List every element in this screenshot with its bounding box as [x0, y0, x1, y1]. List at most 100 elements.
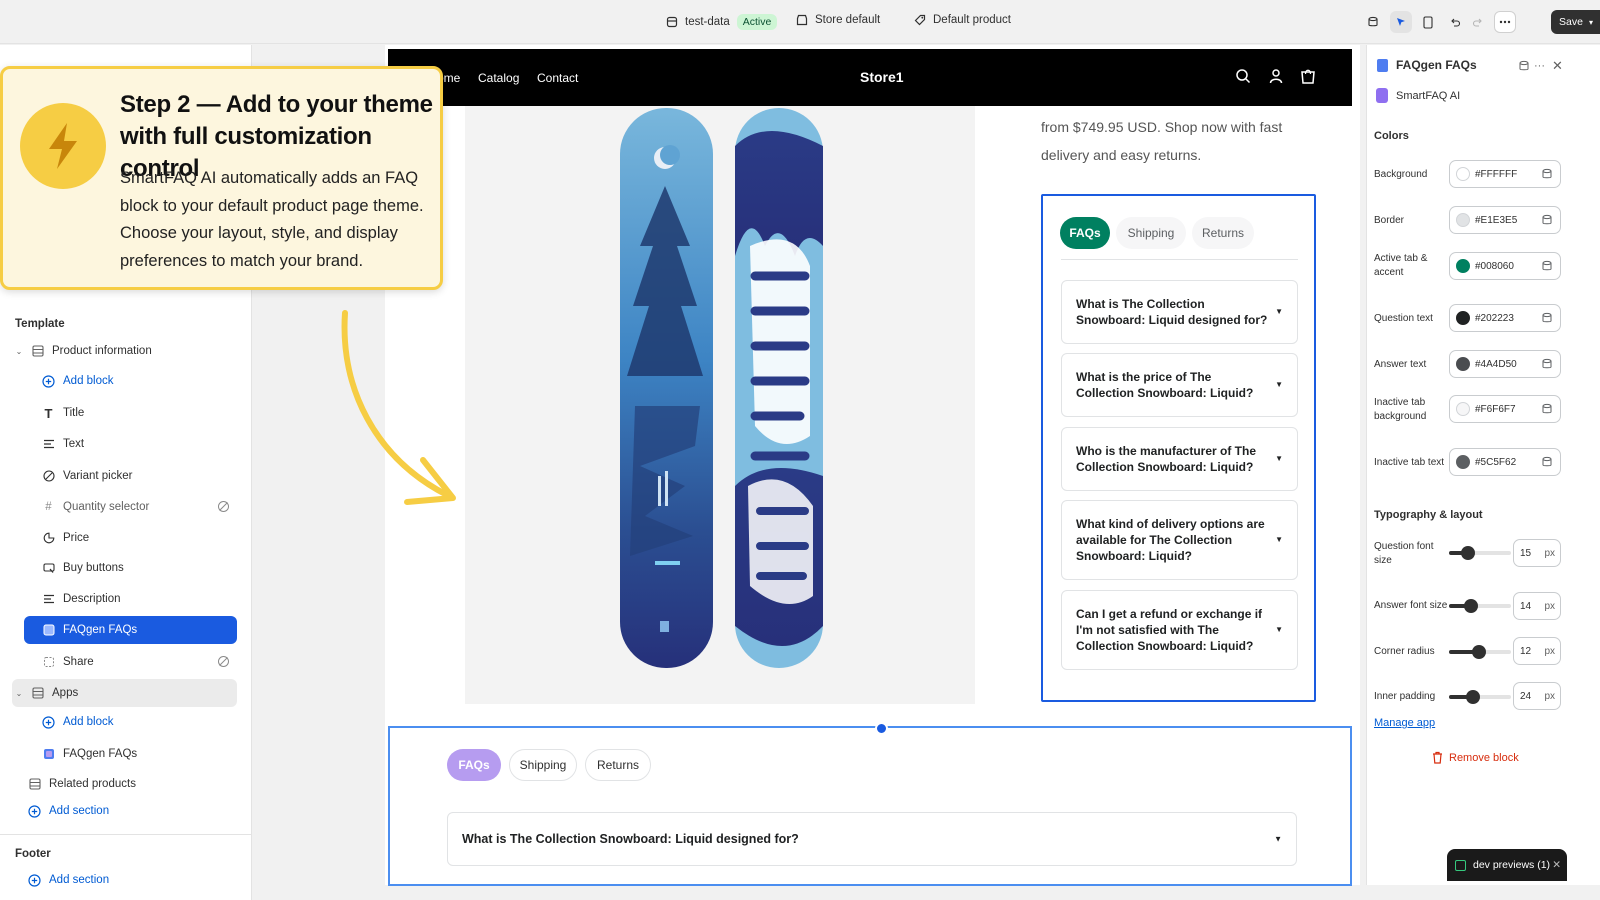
faq-question[interactable]: What kind of delivery options are availa…	[1061, 500, 1298, 580]
inactive-tab-bg-color-field[interactable]: #F6F6F7	[1449, 395, 1561, 423]
slider-handle[interactable]	[1471, 645, 1486, 659]
border-color-field[interactable]: #E1E3E5	[1449, 206, 1561, 234]
slider-handle[interactable]	[1460, 546, 1475, 560]
slider-label: Question font size	[1374, 541, 1434, 566]
tab-returns[interactable]: Returns	[1192, 217, 1254, 249]
cart-icon	[42, 562, 55, 575]
hash-icon: #	[45, 501, 52, 513]
tab-shipping[interactable]: Shipping	[1116, 217, 1186, 249]
question-font-size-slider[interactable]	[1449, 546, 1511, 560]
color-swatch[interactable]	[1456, 259, 1470, 273]
redo-icon[interactable]	[1467, 11, 1489, 33]
database-icon[interactable]	[1541, 260, 1553, 272]
color-swatch[interactable]	[1456, 213, 1470, 227]
inactive-tab-text-color-field[interactable]: #5C5F62	[1449, 448, 1561, 476]
background-color-field[interactable]: #FFFFFF	[1449, 160, 1561, 188]
inner-padding-input[interactable]: 24 px	[1513, 682, 1561, 710]
close-icon[interactable]: ✕	[1552, 58, 1563, 74]
store-selector[interactable]: test-data Active	[666, 14, 778, 30]
account-icon[interactable]	[1268, 68, 1286, 86]
block-description[interactable]: Description	[42, 588, 121, 610]
database-icon[interactable]	[1541, 403, 1553, 415]
answer-font-size-input[interactable]: 14 px	[1513, 592, 1561, 620]
color-swatch[interactable]	[1456, 311, 1470, 325]
nav-catalog[interactable]: Catalog	[478, 71, 519, 85]
block-faqgen-faqs[interactable]: FAQgen FAQs	[42, 619, 137, 641]
block-share[interactable]: Share	[42, 651, 94, 673]
faq-block[interactable]: FAQs Shipping Returns What is The Collec…	[1041, 194, 1316, 702]
block-price[interactable]: Price	[42, 527, 89, 549]
color-swatch[interactable]	[1456, 455, 1470, 469]
color-swatch[interactable]	[1456, 402, 1470, 416]
tab-faqs[interactable]: FAQs	[1060, 217, 1110, 249]
chevron-down-icon[interactable]: ⌄	[15, 687, 23, 700]
sidebar-item-label: Buy buttons	[63, 562, 124, 574]
add-section-button[interactable]: Add section	[28, 800, 109, 822]
faq-question[interactable]: What is The Collection Snowboard: Liquid…	[1061, 280, 1298, 344]
database-icon[interactable]	[1541, 358, 1553, 370]
database-icon[interactable]	[1518, 60, 1530, 72]
remove-block-button[interactable]: Remove block	[1432, 751, 1519, 764]
product-image[interactable]	[465, 106, 975, 704]
question-font-size-input[interactable]: 15 px	[1513, 539, 1561, 567]
chevron-down-icon[interactable]: ▾	[1589, 18, 1593, 27]
eye-slash-icon[interactable]	[217, 500, 230, 513]
template-selector[interactable]: Default product	[914, 14, 1011, 26]
faq-question-text: What is The Collection Snowboard: Liquid…	[1076, 297, 1268, 327]
sidebar-item-label: Description	[63, 593, 121, 605]
resize-handle[interactable]	[875, 722, 888, 735]
undo-icon[interactable]	[1444, 11, 1466, 33]
database-icon[interactable]	[1541, 456, 1553, 468]
faq-question[interactable]: Who is the manufacturer of The Collectio…	[1061, 427, 1298, 491]
close-icon[interactable]: ✕	[1552, 859, 1561, 871]
section-related-products[interactable]: Related products	[28, 773, 136, 795]
add-block-button[interactable]: Add block	[42, 370, 114, 392]
nav-contact[interactable]: Contact	[537, 71, 578, 85]
color-label: Inactive tab background	[1374, 397, 1427, 422]
database-icon[interactable]	[1362, 11, 1384, 33]
corner-radius-input[interactable]: 12 px	[1513, 637, 1561, 665]
more-icon[interactable]: ···	[1534, 60, 1545, 72]
chevron-down-icon[interactable]: ⌄	[15, 345, 23, 358]
tab-faqs[interactable]: FAQs	[447, 749, 501, 781]
block-quantity-selector[interactable]: # Quantity selector	[42, 496, 149, 518]
database-icon[interactable]	[1541, 312, 1553, 324]
dev-previews-toast[interactable]: dev previews (1) ✕	[1447, 849, 1567, 881]
block-buy-buttons[interactable]: Buy buttons	[42, 557, 124, 579]
corner-radius-slider[interactable]	[1449, 645, 1511, 659]
eye-slash-icon[interactable]	[217, 655, 230, 668]
section-apps[interactable]: ⌄ Apps	[15, 682, 79, 704]
answer-text-color-field[interactable]: #4A4D50	[1449, 350, 1561, 378]
faq-question[interactable]: What is The Collection Snowboard: Liquid…	[447, 812, 1297, 866]
inspector-icon[interactable]	[1390, 11, 1412, 33]
manage-app-link[interactable]: Manage app	[1374, 717, 1435, 729]
cart-icon[interactable]	[1300, 68, 1318, 86]
accent-color-field[interactable]: #008060	[1449, 252, 1561, 280]
block-text[interactable]: Text	[42, 433, 84, 455]
database-icon[interactable]	[1541, 214, 1553, 226]
question-text-color-field[interactable]: #202223	[1449, 304, 1561, 332]
database-icon[interactable]	[1541, 168, 1553, 180]
color-swatch[interactable]	[1456, 167, 1470, 181]
mobile-preview-icon[interactable]	[1417, 11, 1439, 33]
section-product-information[interactable]: ⌄ Product information	[15, 340, 152, 362]
faq-question[interactable]: What is the price of The Collection Snow…	[1061, 353, 1298, 417]
add-block-button[interactable]: Add block	[42, 711, 114, 733]
slider-handle[interactable]	[1463, 599, 1478, 613]
block-faqgen-faqs-app[interactable]: FAQgen FAQs	[42, 743, 137, 765]
search-icon[interactable]	[1235, 68, 1253, 86]
faq-question[interactable]: Can I get a refund or exchange if I'm no…	[1061, 590, 1298, 670]
save-button[interactable]: Save ▾	[1551, 10, 1600, 34]
tab-returns[interactable]: Returns	[585, 749, 651, 781]
block-title[interactable]: T Title	[42, 402, 85, 424]
inner-padding-slider[interactable]	[1449, 690, 1511, 704]
tab-shipping[interactable]: Shipping	[509, 749, 577, 781]
color-swatch[interactable]	[1456, 357, 1470, 371]
more-icon[interactable]	[1494, 11, 1516, 33]
theme-selector[interactable]: Store default	[796, 14, 880, 26]
answer-font-size-slider[interactable]	[1449, 599, 1511, 613]
store-logo[interactable]: Store1	[860, 69, 904, 85]
slider-handle[interactable]	[1465, 690, 1480, 704]
block-variant-picker[interactable]: Variant picker	[42, 465, 132, 487]
footer-add-section-button[interactable]: Add section	[28, 869, 109, 891]
